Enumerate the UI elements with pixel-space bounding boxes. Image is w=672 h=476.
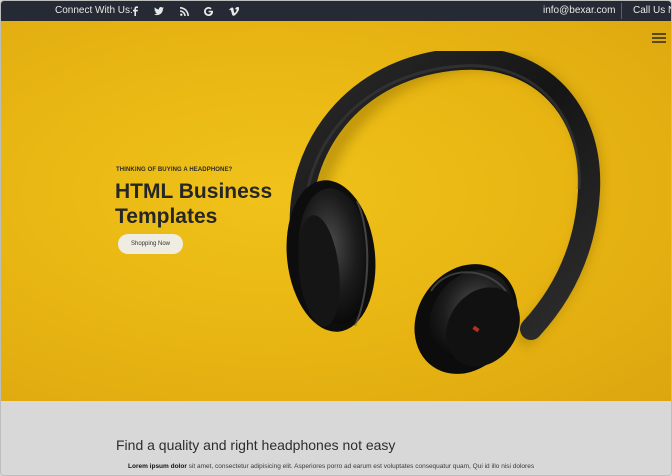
vimeo-icon[interactable] (227, 4, 241, 18)
section-text: Lorem ipsum dolor sit amet, consectetur … (128, 462, 558, 471)
headphones-image (286, 51, 602, 374)
section-text-bold: Lorem ipsum dolor (128, 463, 187, 470)
hero-eyebrow: THINKING OF BUYING A HEADPHONE? (116, 167, 233, 173)
twitter-icon[interactable] (152, 4, 166, 18)
facebook-icon[interactable] (128, 4, 142, 18)
section-title: Find a quality and right headphones not … (116, 437, 396, 453)
topbar-divider (621, 3, 622, 19)
browser-frame: Connect With Us: info@bexar.com Call Us … (0, 0, 672, 476)
shopping-now-button[interactable]: Shopping Now (118, 234, 183, 254)
hero-banner: THINKING OF BUYING A HEADPHONE? HTML Bus… (1, 21, 671, 401)
menu-icon[interactable] (652, 33, 666, 45)
call-us-label: Call Us No (633, 5, 671, 16)
intro-section: Find a quality and right headphones not … (1, 401, 671, 475)
email-link[interactable]: info@bexar.com (543, 5, 615, 16)
connect-label: Connect With Us: (55, 5, 133, 16)
section-text-body: sit amet, consectetur adipisicing elit. … (186, 463, 535, 470)
google-icon[interactable] (201, 4, 215, 18)
rss-icon[interactable] (177, 4, 191, 18)
top-bar: Connect With Us: info@bexar.com Call Us … (1, 1, 671, 21)
